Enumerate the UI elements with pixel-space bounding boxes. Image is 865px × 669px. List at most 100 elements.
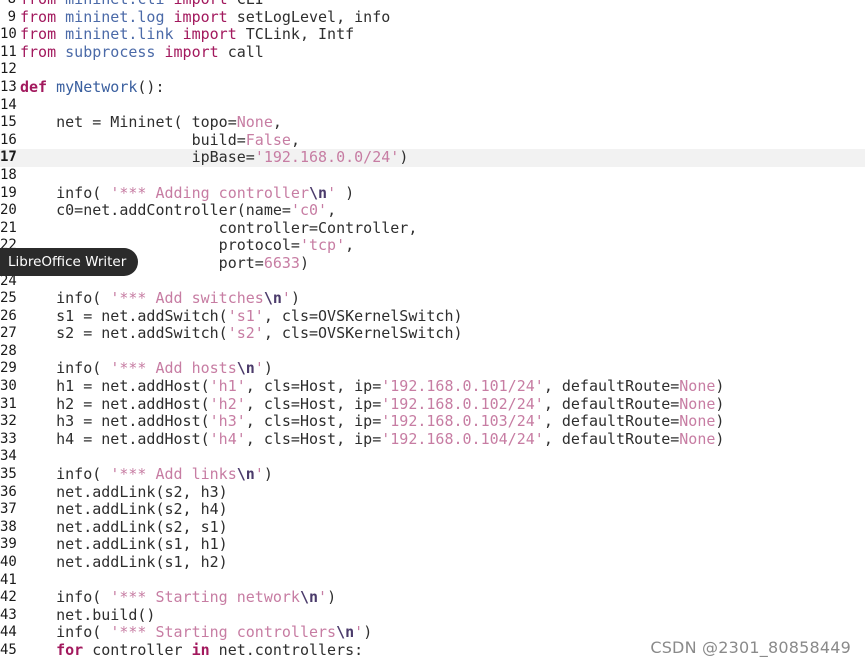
code-line[interactable]: 16 build=False, (0, 130, 865, 150)
code-line[interactable]: 42 info( '*** Starting network\n') (0, 588, 865, 607)
code-text: s2 = net.addSwitch('s2', cls=OVSKernelSw… (20, 324, 462, 343)
code-token: 's2' (227, 324, 264, 343)
line-number: 28 (0, 342, 17, 359)
code-line[interactable]: 14 (0, 97, 865, 115)
code-token: '192.168.0.101/24' (381, 377, 544, 396)
code-text: net.addLink(s1, h1) (20, 536, 228, 554)
code-text: info( '*** Adding controller\n' ) (20, 183, 354, 203)
code-line[interactable]: 24 (0, 273, 865, 291)
code-token: ' (354, 623, 364, 642)
code-line[interactable]: 33 h4 = net.addHost('h4', cls=Host, ip='… (0, 429, 865, 449)
code-line[interactable]: 19 info( '*** Adding controller\n' ) (0, 183, 865, 203)
code-text: from subprocess import call (20, 42, 264, 62)
code-line[interactable]: 12 (0, 61, 865, 79)
code-line[interactable]: 35 info( '*** Add links\n') (0, 465, 865, 484)
code-editor[interactable]: 8from mininet.cli import CLI9from minine… (0, 0, 865, 660)
code-token: call (218, 42, 264, 61)
code-text: net.addLink(s2, h4) (20, 500, 228, 519)
code-line[interactable]: 32 h3 = net.addHost('h3', cls=Host, ip='… (0, 412, 865, 431)
code-line[interactable]: 28 (0, 343, 865, 361)
code-text: for controller in net.controllers: (20, 640, 363, 660)
code-token: info( (20, 183, 111, 202)
code-token: myNetwork (56, 77, 138, 96)
code-token: subprocess (65, 42, 156, 61)
code-text: net.addLink(s2, s1) (20, 518, 228, 537)
line-number: 19 (0, 184, 17, 201)
code-token: 'c0' (290, 201, 328, 220)
code-text: c0=net.addController(name='c0', (20, 201, 336, 220)
code-line[interactable]: 9 from mininet.log import setLogLevel, in… (0, 8, 865, 27)
code-token: '192.168.0.102/24' (381, 394, 544, 413)
code-token: h2 = net.addHost( (20, 394, 210, 413)
code-line[interactable]: 39 net.addLink(s1, h1) (0, 536, 865, 554)
line-number: 43 (0, 606, 17, 623)
code-line[interactable]: 13 def myNetwork(): (0, 77, 865, 97)
code-line[interactable]: 37 net.addLink(s2, h4) (0, 500, 865, 519)
code-token: controller=Controller, (20, 218, 418, 237)
code-token: ) (263, 465, 273, 484)
code-line[interactable]: 29 info( '*** Add hosts\n') (0, 360, 865, 378)
code-token: net.addLink(s1, h2) (20, 553, 228, 571)
line-number: 17 (0, 149, 17, 166)
code-line[interactable]: 21 controller=Controller, (0, 218, 865, 238)
code-line[interactable]: 30 h1 = net.addHost('h1', cls=Host, ip='… (0, 377, 865, 396)
code-token: info( (20, 588, 111, 607)
line-number: 25 (0, 290, 17, 307)
code-line[interactable]: 15 net = Mininet( topo=None, (0, 113, 865, 132)
line-number: 35 (0, 466, 17, 483)
code-token: 'h1' (209, 377, 246, 396)
code-text: info( '*** Starting network\n') (20, 588, 336, 607)
code-token: \n (336, 623, 355, 642)
code-token: mininet.link (65, 25, 174, 44)
code-token: controller (83, 640, 192, 659)
code-line[interactable]: 10 from mininet.link import TCLink, Intf (0, 25, 865, 44)
code-line[interactable]: 38 net.addLink(s2, s1) (0, 518, 865, 537)
code-token: build= (20, 130, 246, 149)
code-text: info( '*** Add links\n') (20, 465, 273, 484)
code-token: None (679, 412, 716, 431)
code-line[interactable]: 11 from subprocess import call (0, 42, 865, 62)
code-token: ) (363, 623, 373, 642)
code-line[interactable]: 40 net.addLink(s1, h2) (0, 553, 865, 572)
line-number: 30 (0, 378, 17, 395)
code-token: ) (299, 253, 309, 272)
code-token: s1 = net.addSwitch( (20, 306, 228, 325)
code-token: , cls=Host, ip= (245, 394, 382, 413)
code-token: info( (20, 623, 111, 642)
code-token: \n (299, 588, 319, 607)
code-line[interactable]: 31 h2 = net.addHost('h2', cls=Host, ip='… (0, 394, 865, 414)
code-token: s2 = net.addSwitch( (20, 324, 228, 343)
watermark: CSDN @2301_80858449 (650, 638, 851, 657)
code-token: , (272, 113, 282, 132)
code-line[interactable]: 18 (0, 167, 865, 185)
code-line[interactable]: 43 net.build() (0, 606, 865, 625)
code-token: ) (399, 148, 409, 167)
code-line[interactable]: 25 info( '*** Add switches\n') (0, 289, 865, 308)
code-token: info( (20, 359, 111, 378)
code-line[interactable]: 34 (0, 448, 865, 466)
line-number: 14 (0, 96, 17, 113)
code-text: s1 = net.addSwitch('s1', cls=OVSKernelSw… (20, 306, 462, 326)
code-token: ) (263, 359, 273, 378)
code-token: from (20, 25, 57, 44)
code-token: TCLink, Intf (236, 25, 355, 44)
code-token: info( (20, 289, 111, 308)
code-line[interactable]: 20 c0=net.addController(name='c0', (0, 201, 865, 220)
code-line[interactable]: 27 s2 = net.addSwitch('s2', cls=OVSKerne… (0, 324, 865, 343)
line-number: 41 (0, 571, 17, 588)
code-text: h2 = net.addHost('h2', cls=Host, ip='192… (20, 394, 724, 414)
code-token: h4 = net.addHost( (20, 429, 210, 448)
code-token: '*** Starting controllers (110, 623, 337, 642)
code-token: '192.168.0.0/24' (254, 148, 400, 167)
code-token: ' (318, 588, 328, 607)
code-text: net.addLink(s1, h2) (20, 553, 228, 572)
code-line[interactable]: 26 s1 = net.addSwitch('s1', cls=OVSKerne… (0, 306, 865, 326)
code-token: , cls=Host, ip= (245, 412, 382, 431)
code-line[interactable]: 36 net.addLink(s2, h3) (0, 483, 865, 502)
code-line[interactable]: 41 (0, 572, 865, 590)
code-token: for (56, 640, 84, 659)
code-line[interactable]: 17 ipBase='192.168.0.0/24') (0, 149, 865, 167)
